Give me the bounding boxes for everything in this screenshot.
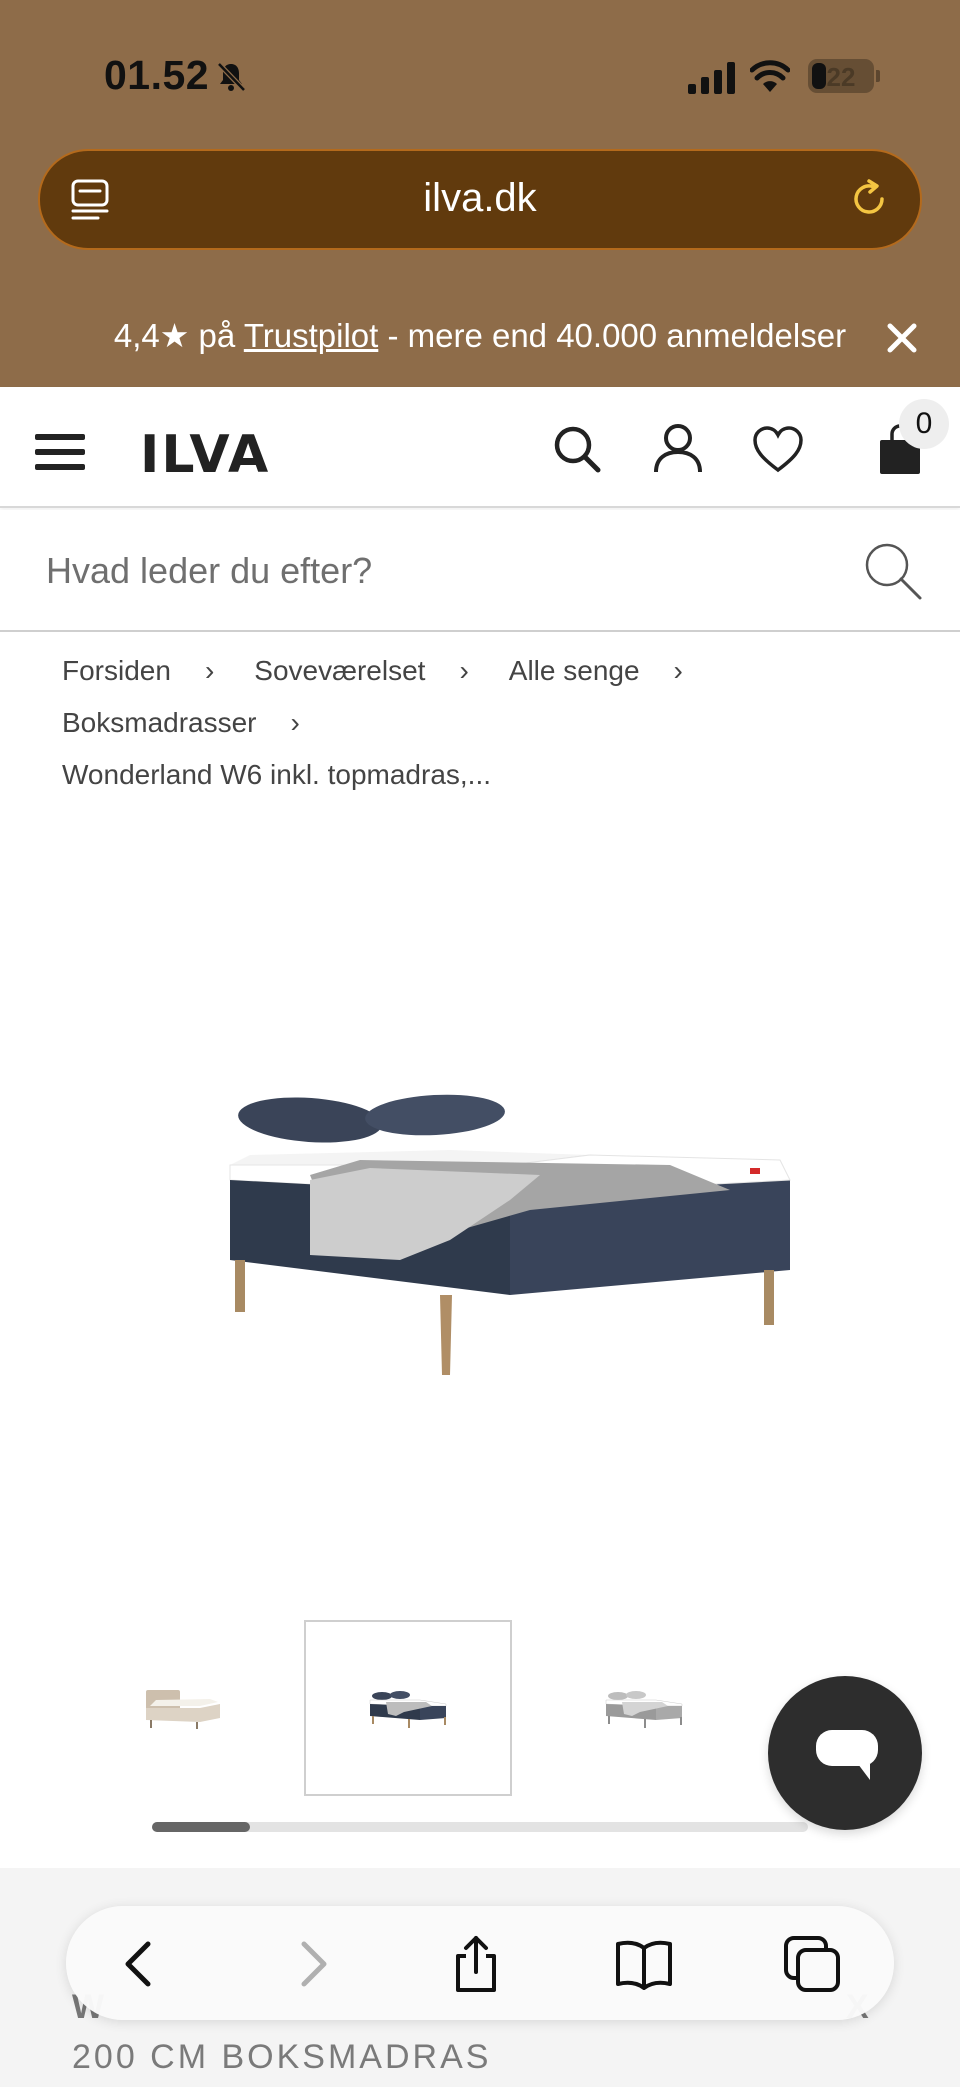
- breadcrumb: Forsiden › Soveværelset › Alle senge › Boksmad…: [62, 645, 942, 801]
- trustpilot-banner: 4,4★ på Trustpilot - mere end 40.000 anm…: [113, 317, 847, 354]
- breadcrumb-current: Wonderland W6 inkl. topmadras,...: [62, 759, 492, 790]
- forward-icon[interactable]: [282, 1934, 342, 1994]
- user-icon[interactable]: [652, 422, 704, 474]
- battery-level: 22: [826, 62, 856, 92]
- breadcrumb-item[interactable]: Alle senge: [509, 645, 640, 697]
- search-icon[interactable]: [862, 540, 924, 602]
- signal-icon: [688, 62, 735, 94]
- close-icon[interactable]: [884, 320, 920, 356]
- wifi-icon: [750, 60, 790, 92]
- status-time: 01.52: [104, 52, 210, 98]
- breadcrumb-item[interactable]: Boksmadrasser: [62, 697, 257, 749]
- menu-icon[interactable]: [35, 432, 85, 472]
- thumbnail[interactable]: [540, 1620, 748, 1796]
- breadcrumb-item[interactable]: Forsiden: [62, 645, 171, 697]
- breadcrumb-separator: ›: [673, 655, 683, 686]
- product-title: 200 CM BOKSMADRAS: [72, 2038, 492, 2076]
- battery-indicator: 22: [808, 59, 874, 93]
- bookmarks-icon[interactable]: [614, 1934, 674, 1994]
- cart-count-badge[interactable]: 0: [899, 399, 949, 449]
- thumbnail-image: [146, 1690, 220, 1729]
- thumbnail-image: [605, 1691, 683, 1728]
- tabs-icon[interactable]: [782, 1934, 842, 1994]
- reload-icon[interactable]: [848, 178, 890, 220]
- breadcrumb-separator: ›: [290, 707, 300, 738]
- gallery-scrollbar-thumb[interactable]: [152, 1822, 251, 1832]
- thumbnail[interactable]: [78, 1620, 286, 1796]
- gallery-scrollbar[interactable]: [152, 1822, 808, 1832]
- search-icon[interactable]: [552, 424, 602, 474]
- chat-icon[interactable]: [812, 1726, 882, 1784]
- bell-slash-icon: [217, 62, 246, 92]
- url-text[interactable]: ilva.dk: [0, 176, 960, 221]
- search-input[interactable]: [46, 548, 846, 594]
- thumbnail-active[interactable]: [304, 1620, 512, 1796]
- back-icon[interactable]: [110, 1934, 170, 1994]
- share-icon[interactable]: [446, 1934, 506, 1994]
- heart-icon[interactable]: [752, 426, 804, 474]
- breadcrumb-separator: ›: [459, 655, 469, 686]
- breadcrumb-separator: ›: [204, 655, 215, 686]
- trustpilot-link[interactable]: Trustpilot: [244, 317, 378, 354]
- thumbnail-image: [369, 1691, 447, 1728]
- breadcrumb-item[interactable]: Soveværelset: [254, 645, 425, 697]
- product-image[interactable]: [210, 1080, 800, 1410]
- ilva-logo[interactable]: ILVA: [140, 425, 270, 485]
